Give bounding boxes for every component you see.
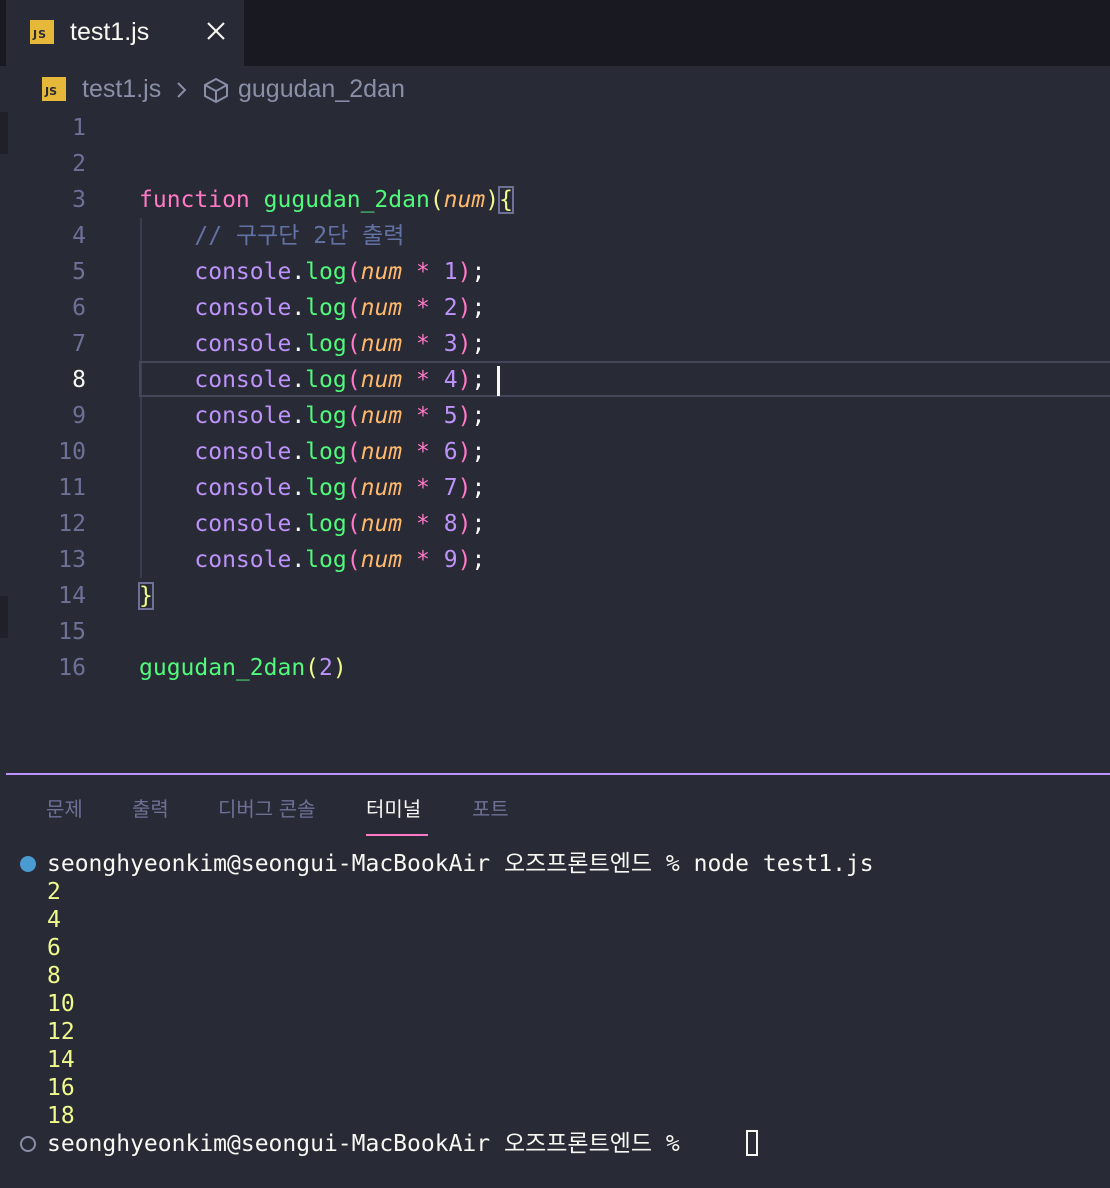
tab-test1-js[interactable]: JS test1.js	[6, 0, 244, 66]
line-number: 2	[72, 151, 86, 177]
js-file-icon: JS	[42, 77, 66, 101]
code-text: }	[138, 582, 154, 610]
code-line: 9 console.log(num * 5);	[0, 398, 1110, 434]
vscode-window: JS test1.js JS test1.js gugudan_2dan 1 2	[0, 0, 1110, 1188]
code-line: 2	[0, 146, 1110, 182]
line-number: 9	[72, 403, 86, 429]
code-line: 15	[0, 614, 1110, 650]
code-line: 10 console.log(num * 6);	[0, 434, 1110, 470]
code-text: console.log(num * 3);	[194, 331, 486, 357]
code-line: 7 console.log(num * 3);	[0, 326, 1110, 362]
code-text: console.log(num * 2);	[194, 295, 486, 321]
line-number: 15	[58, 619, 86, 645]
line-number: 1	[72, 115, 86, 141]
line-number: 5	[72, 259, 86, 285]
tab-problems[interactable]: 문제	[46, 796, 83, 824]
code-text: console.log(num * 1);	[194, 259, 486, 285]
code-text: console.log(num * 8);	[194, 511, 486, 537]
tab-terminal[interactable]: 터미널	[366, 796, 421, 824]
code-text: console.log(num * 7);	[194, 475, 486, 501]
line-number: 11	[58, 475, 86, 501]
terminal-output-line: 10	[47, 991, 75, 1017]
terminal-prompt: seonghyeonkim@seongui-MacBookAir 오즈프론트엔드…	[47, 851, 874, 877]
close-icon[interactable]	[202, 17, 230, 45]
code-line: 4 // 구구단 2단 출력	[0, 218, 1110, 254]
active-tab-indicator	[366, 834, 428, 836]
tab-label: test1.js	[70, 18, 150, 46]
code-text: function gugudan_2dan(num){	[139, 186, 514, 214]
terminal-output-line: 14	[47, 1047, 75, 1073]
line-number: 16	[58, 655, 86, 681]
code-text: console.log(num * 9);	[194, 547, 486, 573]
code-line: 8 console.log(num * 4);	[0, 362, 1110, 398]
code-text: console.log(num * 6);	[194, 439, 486, 465]
code-line: 16 gugudan_2dan(2)	[0, 650, 1110, 686]
command-status-dot[interactable]	[20, 1136, 36, 1152]
symbol-method-icon	[204, 77, 228, 104]
code-line: 6 console.log(num * 2);	[0, 290, 1110, 326]
line-number: 12	[58, 511, 86, 537]
code-text: gugudan_2dan(2)	[139, 655, 347, 681]
command-status-dot[interactable]	[20, 856, 36, 872]
code-line: 1	[0, 110, 1110, 146]
code-comment: // 구구단 2단 출력	[139, 223, 405, 249]
code-line: 11 console.log(num * 7);	[0, 470, 1110, 506]
code-text: console.log(num * 4);	[194, 367, 486, 393]
code-line: 12 console.log(num * 8);	[0, 506, 1110, 542]
line-number: 13	[58, 547, 86, 573]
breadcrumb-file[interactable]: test1.js	[82, 72, 161, 106]
terminal-output-line: 18	[47, 1103, 75, 1129]
line-number: 10	[58, 439, 86, 465]
js-file-icon: JS	[30, 20, 60, 44]
code-text: console.log(num * 5);	[194, 403, 486, 429]
breadcrumb	[0, 66, 1110, 112]
code-line: 3 function gugudan_2dan(num){	[0, 182, 1110, 218]
code-line: 5 console.log(num * 1);	[0, 254, 1110, 290]
terminal-output-line: 6	[47, 935, 61, 961]
breadcrumb-symbol[interactable]: gugudan_2dan	[238, 72, 405, 106]
line-number: 14	[58, 583, 86, 609]
terminal-output-line: 4	[47, 907, 61, 933]
tab-bar: JS test1.js	[0, 0, 1110, 66]
tab-ports[interactable]: 포트	[472, 796, 509, 824]
terminal-output-line: 16	[47, 1075, 75, 1101]
bottom-panel	[0, 775, 1110, 1188]
line-number: 8	[72, 367, 86, 393]
terminal-output-line: 8	[47, 963, 61, 989]
terminal-prompt: seonghyeonkim@seongui-MacBookAir 오즈프론트엔드…	[47, 1131, 694, 1157]
code-editor[interactable]: 1 2 3 function gugudan_2dan(num){ 4 // 구…	[0, 110, 1110, 773]
chevron-right-icon	[177, 82, 187, 98]
terminal-output-line: 2	[47, 879, 61, 905]
tab-output[interactable]: 출력	[132, 796, 169, 824]
line-number: 6	[72, 295, 86, 321]
code-line: 13 console.log(num * 9);	[0, 542, 1110, 578]
line-number: 3	[72, 187, 86, 213]
tab-debug-console[interactable]: 디버그 콘솔	[218, 796, 316, 824]
code-line: 14 }	[0, 578, 1110, 614]
line-number: 7	[72, 331, 86, 357]
terminal-output-line: 12	[47, 1019, 75, 1045]
line-number: 4	[72, 223, 86, 249]
terminal-cursor	[746, 1130, 758, 1156]
text-cursor	[497, 366, 500, 396]
